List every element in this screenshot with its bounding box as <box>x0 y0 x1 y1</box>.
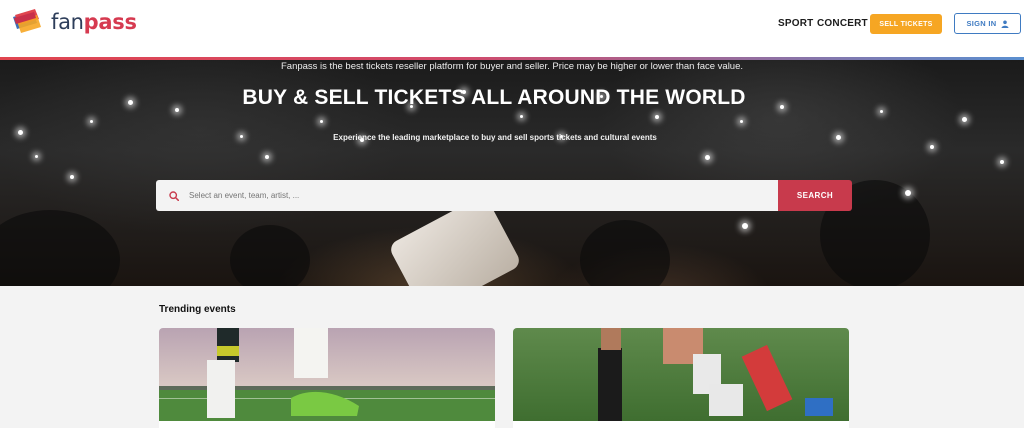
nav-sport-link[interactable]: SPORT <box>778 18 813 29</box>
site-header: fanpass SPORT CONCERT SELL TICKETS SIGN … <box>0 0 1024 60</box>
trending-event-card[interactable] <box>513 328 849 428</box>
fanpass-logo[interactable]: fanpass <box>11 9 137 35</box>
sign-in-label: SIGN IN <box>966 19 997 28</box>
hero-banner: Fanpass is the best tickets reseller pla… <box>0 60 1024 286</box>
fanpass-logo-icon <box>13 9 41 33</box>
search-bar <box>156 180 778 211</box>
card-footer <box>513 421 849 428</box>
price-disclaimer: Fanpass is the best tickets reseller pla… <box>280 61 744 72</box>
search-input[interactable] <box>189 191 749 200</box>
logo-wordmark: fanpass <box>51 9 137 34</box>
nav-concert-link[interactable]: CONCERT <box>817 18 868 29</box>
sign-in-button[interactable]: SIGN IN <box>954 13 1021 34</box>
user-icon <box>1001 20 1009 28</box>
trending-events-heading: Trending events <box>159 304 236 315</box>
football-players-image <box>513 328 849 421</box>
card-footer <box>159 421 495 428</box>
sell-tickets-button[interactable]: SELL TICKETS <box>870 14 942 34</box>
search-icon <box>169 190 179 201</box>
search-button[interactable]: SEARCH <box>778 180 852 211</box>
football-boots-image <box>159 328 495 421</box>
trending-event-card[interactable] <box>159 328 495 428</box>
hero-subtitle: Experience the leading marketplace to bu… <box>333 133 657 142</box>
hero-title: BUY & SELL TICKETS ALL AROUND THE WORLD <box>242 86 746 109</box>
